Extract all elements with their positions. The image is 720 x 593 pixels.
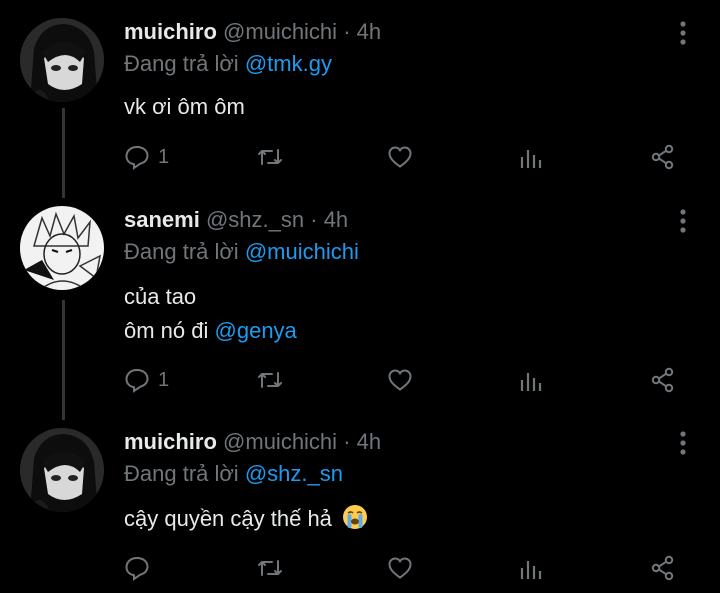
reply-button[interactable] (124, 553, 158, 583)
replying-to: Đang trả lời @muichichi (124, 238, 359, 266)
tweet-header: sanemi @shz._sn · 4h (124, 206, 348, 234)
reply-button[interactable]: 1 (124, 142, 169, 172)
retweet-button[interactable] (257, 553, 283, 583)
replying-to-mention[interactable]: @tmk.gy (245, 51, 332, 76)
display-name[interactable]: sanemi (124, 207, 200, 232)
views-button[interactable] (518, 142, 544, 172)
views-icon (520, 373, 542, 391)
views-icon (520, 150, 542, 168)
tweet-header: muichiro @muichichi · 4h (124, 18, 381, 46)
avatar-image (20, 206, 104, 290)
tweet[interactable]: sanemi @shz._sn · 4h Đang trả lời @muich… (0, 206, 720, 411)
replying-to-label: Đang trả lời (124, 461, 239, 486)
more-vertical-icon[interactable] (672, 20, 694, 46)
tweet-text: của tao ôm nó đi @genya (124, 280, 297, 348)
tweet-text-line: của tao (124, 284, 197, 309)
reply-count: 1 (158, 368, 170, 391)
replying-to-label: Đang trả lời (124, 51, 239, 76)
retweet-icon (258, 560, 282, 576)
share-icon (651, 367, 674, 393)
share-button[interactable] (650, 142, 676, 172)
share-icon (651, 555, 674, 581)
retweet-icon (258, 372, 282, 388)
loudly-crying-face-emoji (343, 505, 368, 529)
user-handle[interactable]: @shz._sn (206, 207, 304, 232)
tweet[interactable]: muichiro @muichichi · 4h Đang trả lời @t… (0, 18, 720, 188)
tweet-text-line: vk ơi ôm ôm (124, 94, 245, 119)
timestamp[interactable]: 4h (357, 429, 381, 454)
timestamp[interactable]: 4h (324, 207, 348, 232)
views-button[interactable] (518, 365, 544, 395)
like-button[interactable] (387, 365, 413, 395)
retweet-button[interactable] (257, 365, 283, 395)
retweet-icon (258, 149, 282, 165)
user-handle[interactable]: @muichichi (223, 429, 337, 454)
like-icon (388, 557, 412, 579)
action-bar: 1 (0, 142, 720, 172)
tweet-text-segment: ôm nó đi (124, 318, 209, 343)
separator-dot: · (310, 207, 318, 232)
retweet-button[interactable] (257, 142, 283, 172)
reply-icon (125, 556, 149, 581)
share-button[interactable] (650, 365, 676, 395)
like-button[interactable] (387, 553, 413, 583)
mention-link[interactable]: @genya (215, 318, 297, 343)
tweet-header: muichiro @muichichi · 4h (124, 428, 381, 456)
user-handle[interactable]: @muichichi (223, 19, 337, 44)
avatar-image (20, 428, 104, 512)
more-vertical-icon[interactable] (672, 430, 694, 456)
tweet-text-segment: cậy quyền cậy thế hả (124, 506, 332, 531)
like-button[interactable] (387, 142, 413, 172)
share-button[interactable] (650, 553, 676, 583)
separator-dot: · (343, 429, 351, 454)
avatar[interactable] (20, 428, 104, 512)
replying-to-mention[interactable]: @shz._sn (245, 461, 343, 486)
tweet[interactable]: muichiro @muichichi · 4h Đang trả lời @s… (0, 428, 720, 588)
replying-to: Đang trả lời @shz._sn (124, 460, 343, 488)
like-icon (388, 146, 412, 168)
display-name[interactable]: muichiro (124, 19, 217, 44)
more-vertical-icon[interactable] (672, 208, 694, 234)
views-button[interactable] (518, 553, 544, 583)
avatar[interactable] (20, 206, 104, 290)
tweet-text-line: ôm nó đi @genya (124, 314, 297, 348)
timestamp[interactable]: 4h (357, 19, 381, 44)
reply-icon (125, 145, 149, 170)
share-icon (651, 144, 674, 170)
reply-button[interactable]: 1 (124, 365, 169, 395)
avatar-image (20, 18, 104, 102)
separator-dot: · (343, 19, 351, 44)
replying-to-mention[interactable]: @muichichi (245, 239, 359, 264)
tweet-text: vk ơi ôm ôm (124, 90, 245, 124)
views-icon (520, 561, 542, 579)
action-bar (0, 553, 720, 583)
replying-to: Đang trả lời @tmk.gy (124, 50, 332, 78)
tweet-text: cậy quyền cậy thế hả (124, 502, 368, 536)
replying-to-label: Đang trả lời (124, 239, 239, 264)
tweet-text-line: cậy quyền cậy thế hả (124, 502, 368, 536)
like-icon (388, 369, 412, 391)
reply-icon (125, 368, 149, 393)
reply-count: 1 (158, 145, 170, 168)
avatar[interactable] (20, 18, 104, 102)
action-bar: 1 (0, 365, 720, 395)
display-name[interactable]: muichiro (124, 429, 217, 454)
